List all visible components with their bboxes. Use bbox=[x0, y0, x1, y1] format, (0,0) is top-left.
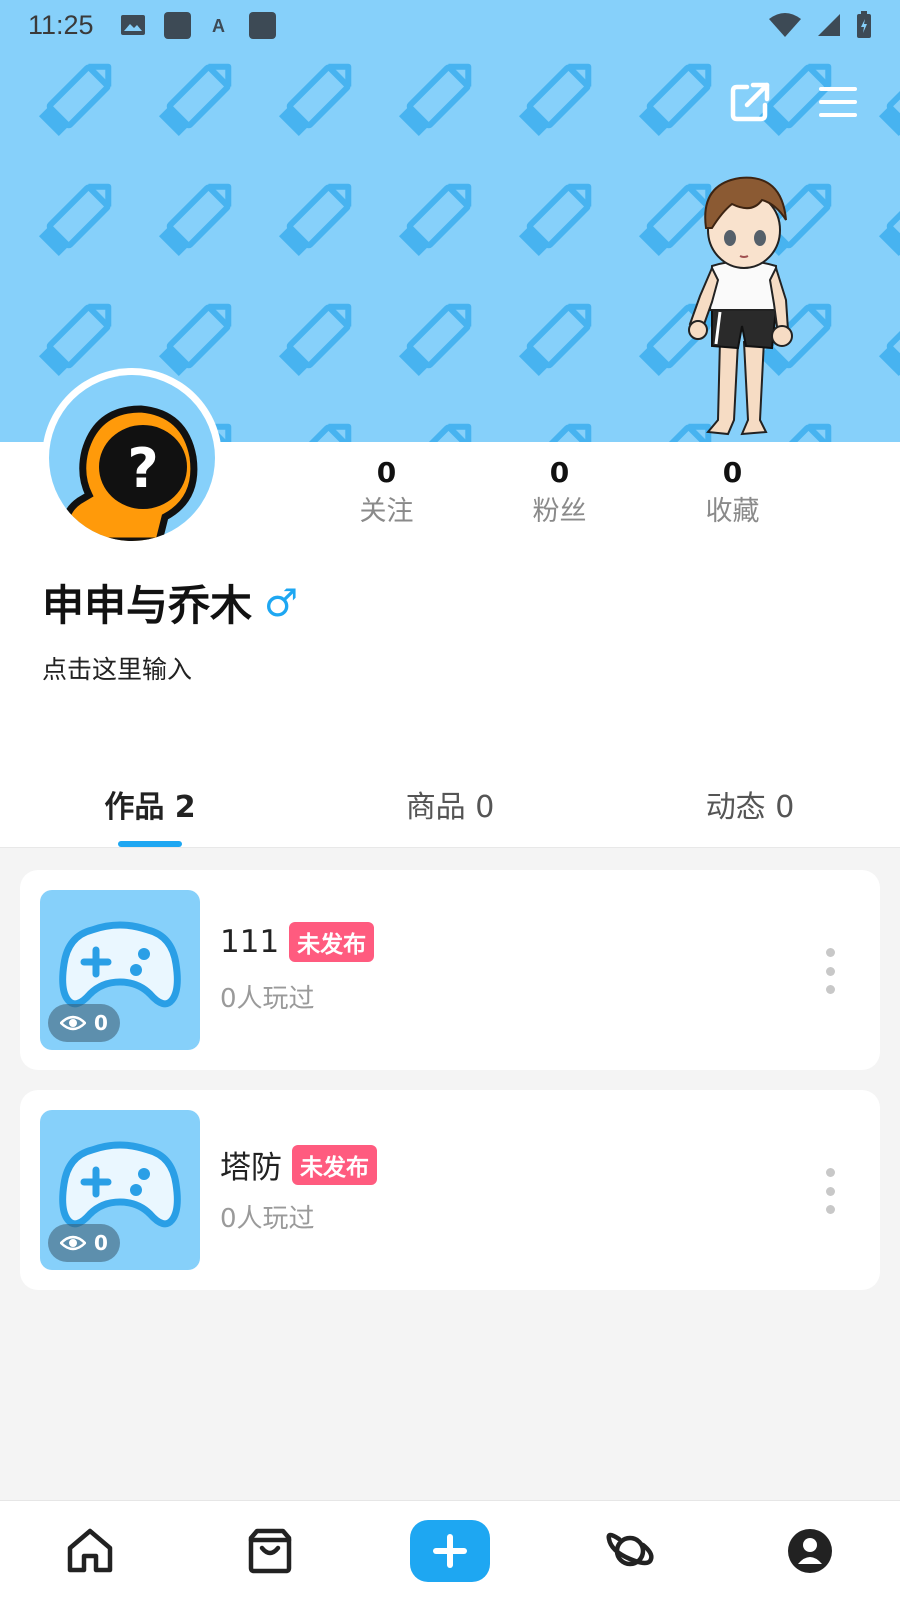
unpublished-badge: 未发布 bbox=[289, 922, 375, 962]
pencil-pattern-tile bbox=[39, 57, 118, 136]
pencil-pattern-tile bbox=[159, 177, 238, 256]
svg-text:A: A bbox=[212, 16, 225, 36]
wifi-icon bbox=[769, 13, 801, 37]
stat-value: 0 bbox=[376, 456, 397, 489]
view-count-value: 0 bbox=[94, 1011, 108, 1035]
stat-label: 关注 bbox=[359, 496, 414, 527]
pencil-pattern-tile bbox=[279, 297, 358, 376]
pencil-pattern-tile bbox=[39, 297, 118, 376]
stat-fans[interactable]: 0 粉丝 bbox=[473, 455, 646, 533]
battery-icon bbox=[857, 11, 871, 38]
stat-following[interactable]: 0 关注 bbox=[300, 455, 473, 533]
stat-value: 0 bbox=[549, 456, 570, 489]
profile-icon[interactable] bbox=[720, 1528, 900, 1574]
share-icon[interactable] bbox=[728, 80, 772, 124]
profile-stats: 0 关注 0 粉丝 0 收藏 bbox=[300, 455, 819, 533]
more-options-icon[interactable] bbox=[824, 948, 836, 994]
pencil-pattern-tile bbox=[159, 57, 238, 136]
svg-text:?: ? bbox=[127, 437, 158, 500]
pencil-pattern-tile bbox=[639, 57, 718, 136]
add-button[interactable] bbox=[410, 1519, 490, 1582]
text-notification-icon: A bbox=[212, 16, 225, 36]
work-thumbnail: 0 bbox=[40, 1110, 200, 1270]
avatar[interactable]: ? bbox=[42, 368, 222, 548]
works-list: 0 111 未发布 0人玩过 0 塔防 未发布 0人玩过 bbox=[20, 870, 880, 1310]
eye-icon bbox=[60, 1015, 86, 1031]
play-count: 0人玩过 bbox=[220, 984, 315, 1014]
work-title: 111 bbox=[220, 924, 280, 960]
stat-favorites[interactable]: 0 收藏 bbox=[646, 455, 819, 533]
home-icon[interactable] bbox=[0, 1528, 180, 1574]
pencil-pattern-tile bbox=[159, 297, 238, 376]
default-avatar-icon: ? bbox=[62, 405, 198, 541]
stat-value: 0 bbox=[722, 456, 743, 489]
more-options-icon[interactable] bbox=[824, 1168, 836, 1214]
work-thumbnail: 0 bbox=[40, 890, 200, 1050]
work-card[interactable]: 0 塔防 未发布 0人玩过 bbox=[20, 1090, 880, 1290]
username-row: 申申与乔木 ♂ bbox=[42, 572, 298, 633]
app-notification-icon bbox=[163, 11, 191, 39]
eye-icon bbox=[60, 1235, 86, 1251]
bio-input[interactable]: 点击这里输入 bbox=[42, 650, 192, 686]
menu-icon[interactable] bbox=[816, 80, 860, 124]
stat-label: 粉丝 bbox=[532, 496, 587, 527]
pencil-pattern-tile bbox=[399, 297, 478, 376]
male-gender-icon: ♂ bbox=[264, 580, 299, 625]
pencil-pattern-tile bbox=[39, 177, 118, 256]
pencil-pattern-tile bbox=[879, 177, 900, 256]
app-notification-icon bbox=[248, 11, 276, 39]
pencil-pattern-tile bbox=[519, 297, 598, 376]
view-count-value: 0 bbox=[94, 1231, 108, 1255]
planet-icon[interactable] bbox=[540, 1527, 720, 1575]
avatar-character-figure bbox=[688, 176, 793, 436]
view-count: 0 bbox=[48, 1224, 120, 1262]
add-icon bbox=[433, 1533, 467, 1568]
status-bar: 11:25 A bbox=[0, 0, 900, 50]
status-time: 11:25 bbox=[28, 9, 94, 40]
username: 申申与乔木 bbox=[42, 581, 253, 630]
unpublished-badge: 未发布 bbox=[292, 1144, 377, 1185]
pencil-pattern-tile bbox=[879, 417, 900, 442]
view-count: 0 bbox=[48, 1004, 120, 1042]
pencil-pattern-tile bbox=[399, 177, 478, 256]
pencil-pattern-tile bbox=[279, 57, 358, 136]
bottom-nav bbox=[0, 1500, 900, 1600]
pencil-pattern-tile bbox=[879, 297, 900, 376]
tab-moments[interactable]: 动态 0 bbox=[600, 760, 900, 847]
pencil-pattern-tile bbox=[399, 417, 478, 442]
image-notification-icon bbox=[120, 15, 145, 35]
shop-bag-icon[interactable] bbox=[180, 1528, 360, 1574]
pencil-pattern-tile bbox=[519, 177, 598, 256]
profile-tabs: 作品 2 商品 0 动态 0 bbox=[0, 760, 900, 848]
stat-label: 收藏 bbox=[705, 496, 760, 527]
work-title: 塔防 bbox=[220, 1150, 282, 1186]
pencil-pattern-tile bbox=[879, 57, 900, 136]
tab-products[interactable]: 商品 0 bbox=[300, 760, 600, 847]
pencil-pattern-tile bbox=[519, 417, 598, 442]
signal-icon bbox=[818, 14, 840, 36]
tab-works[interactable]: 作品 2 bbox=[0, 760, 300, 847]
pencil-pattern-tile bbox=[519, 57, 598, 136]
work-card[interactable]: 0 111 未发布 0人玩过 bbox=[20, 870, 880, 1070]
pencil-pattern-tile bbox=[279, 417, 358, 442]
play-count: 0人玩过 bbox=[220, 1204, 315, 1234]
pencil-pattern-tile bbox=[399, 57, 478, 136]
pencil-pattern-tile bbox=[279, 177, 358, 256]
